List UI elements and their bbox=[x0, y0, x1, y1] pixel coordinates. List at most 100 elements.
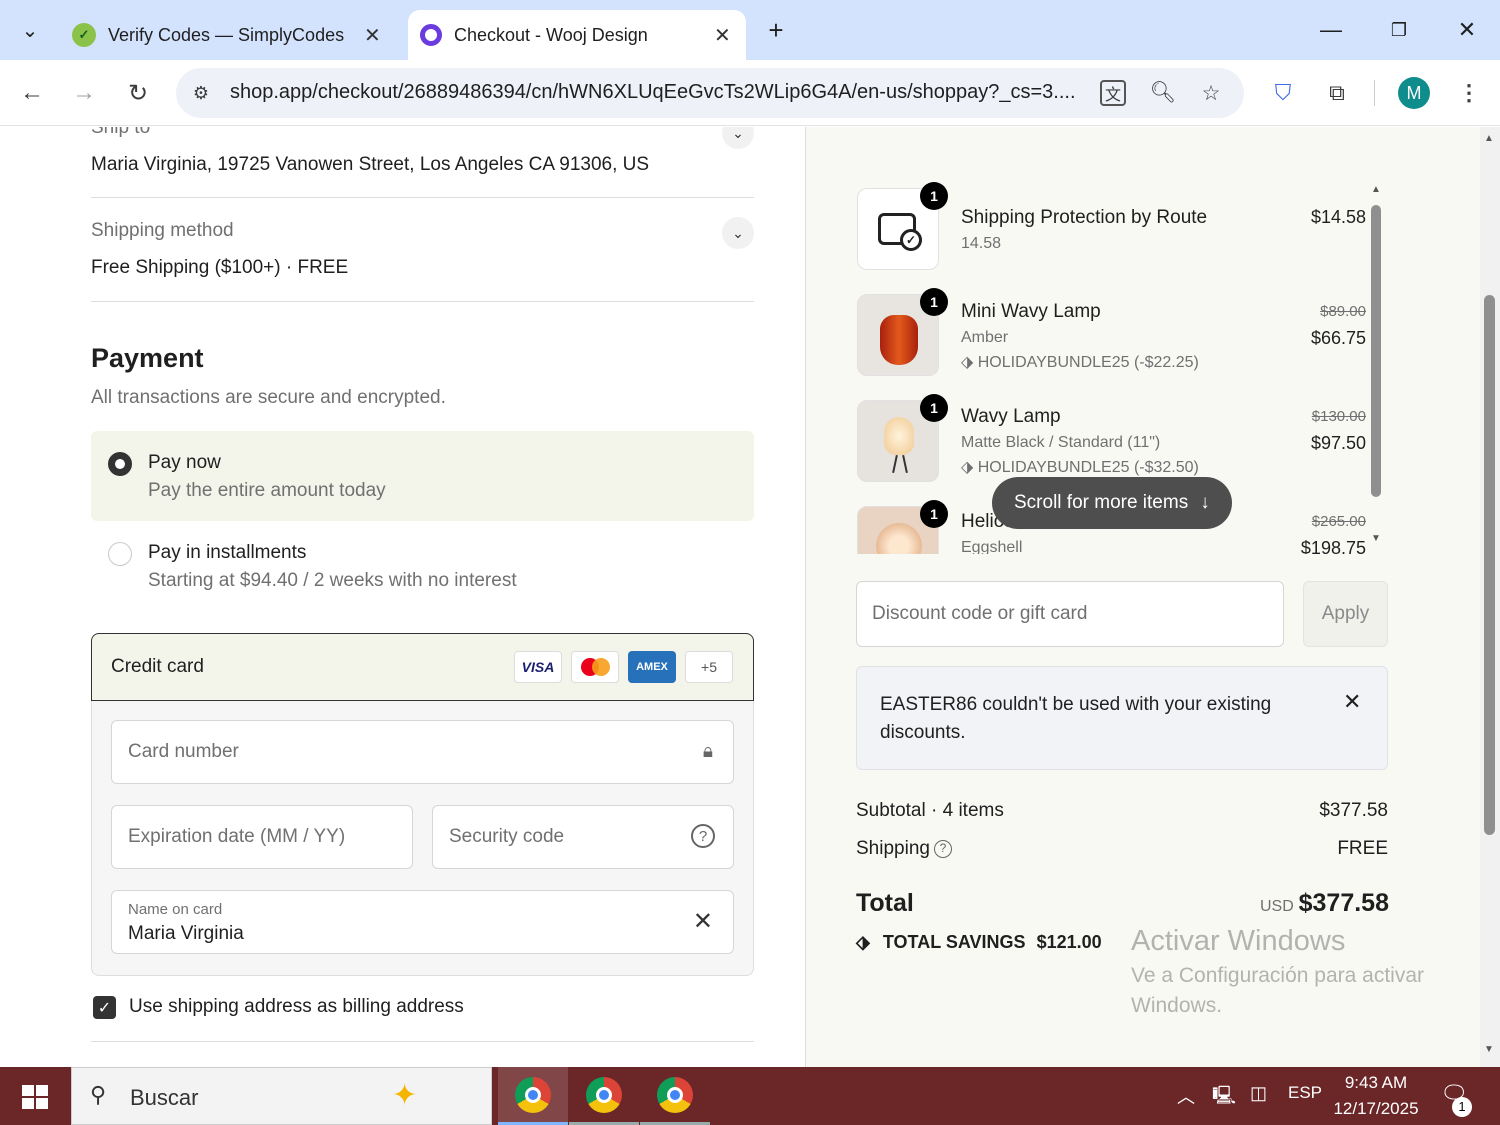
clock-date[interactable]: 12/17/2025 bbox=[1326, 1099, 1426, 1119]
list-scroll-down-icon[interactable]: ▼ bbox=[1371, 533, 1383, 544]
billing-checkbox[interactable]: ✓ bbox=[93, 996, 116, 1019]
search-highlight-icon: ✦ bbox=[392, 1079, 418, 1112]
card-number-placeholder: Card number bbox=[128, 741, 239, 762]
restore-icon[interactable]: ❐ bbox=[1376, 10, 1422, 50]
tray-overflow-chevron-icon[interactable]: ︿ bbox=[1177, 1083, 1195, 1109]
close-tab-icon[interactable]: ✕ bbox=[364, 23, 381, 48]
tab-title: Checkout - Wooj Design bbox=[454, 24, 648, 45]
pay-now-option[interactable]: Pay now Pay the entire amount today bbox=[91, 431, 754, 521]
list-scroll-up-icon[interactable]: ▲ bbox=[1371, 184, 1383, 195]
translate-icon[interactable]: 文 bbox=[1100, 80, 1126, 106]
shipping-method-label: Shipping method bbox=[91, 220, 234, 241]
item-variant: Amber bbox=[961, 329, 1009, 346]
start-windows-icon[interactable] bbox=[22, 1085, 48, 1109]
reload-icon[interactable]: ↻ bbox=[118, 73, 158, 113]
minimize-icon[interactable]: — bbox=[1308, 10, 1354, 50]
mastercard-icon bbox=[571, 651, 619, 683]
dismiss-error-icon[interactable]: ✕ bbox=[1343, 689, 1361, 715]
input-language[interactable]: ESP bbox=[1288, 1083, 1322, 1103]
item-original-price: $130.00 bbox=[1311, 408, 1366, 425]
bookmark-star-icon[interactable]: ☆ bbox=[1196, 78, 1226, 108]
shipping-method-chevron-icon[interactable]: ⌄ bbox=[722, 217, 754, 249]
quantity-badge: 1 bbox=[920, 288, 948, 316]
arrow-down-icon: ↓ bbox=[1200, 492, 1210, 513]
taskbar-chrome-profile-m[interactable] bbox=[498, 1067, 568, 1125]
item-price: $97.50 bbox=[1310, 433, 1366, 453]
zoom-icon[interactable]: 🔍︎ bbox=[1148, 78, 1178, 108]
divider bbox=[91, 301, 754, 302]
lamp-image bbox=[884, 417, 914, 455]
search-placeholder: Buscar bbox=[130, 1085, 199, 1110]
tab-verify-codes[interactable]: ✓ Verify Codes — SimplyCodes ✕ bbox=[64, 10, 394, 60]
pay-installments-radio[interactable] bbox=[108, 542, 132, 566]
speaker-icon[interactable]: ◫ bbox=[1250, 1083, 1267, 1104]
ship-to-value: Maria Virginia, 19725 Vanowen Street, Lo… bbox=[91, 154, 650, 175]
lock-icon: 🔒︎ bbox=[702, 741, 713, 762]
windows-activation-text: Ve a Configuración para activar Windows. bbox=[1131, 964, 1425, 1017]
page-scroll-up-icon[interactable]: ▲ bbox=[1484, 133, 1494, 144]
page-scroll-down-icon[interactable]: ▼ bbox=[1484, 1044, 1494, 1055]
visa-icon: VISA bbox=[514, 651, 562, 683]
close-window-icon[interactable]: ✕ bbox=[1444, 10, 1490, 50]
windows-taskbar: ⚲ Buscar ✦ ︿ 🖳︎ ◫ ESP 9:43 AM 12/17/2025… bbox=[0, 1067, 1500, 1125]
search-icon: ⚲ bbox=[90, 1082, 107, 1107]
close-tab-icon[interactable]: ✕ bbox=[714, 23, 731, 48]
billing-checkbox-label: Use shipping address as billing address bbox=[129, 996, 464, 1017]
url-text[interactable]: shop.app/checkout/26889486394/cn/hWN6XLU… bbox=[230, 81, 1080, 104]
tab-checkout[interactable]: Checkout - Wooj Design ✕ bbox=[408, 10, 746, 60]
taskbar-chrome-window[interactable] bbox=[640, 1067, 710, 1125]
discount-code-input[interactable]: Discount code or gift card bbox=[856, 581, 1284, 647]
item-discount: ⬗ HOLIDAYBUNDLE25 (-$32.50) bbox=[961, 459, 1199, 476]
total-label: Total bbox=[856, 889, 914, 917]
more-brands-badge: +5 bbox=[685, 651, 733, 683]
savings-tag-icon: ⬗ bbox=[856, 932, 870, 952]
credit-card-panel: Credit card VISA AMEX +5 Card number 🔒︎ … bbox=[91, 633, 754, 976]
item-original-price: $265.00 bbox=[1311, 513, 1366, 530]
quantity-badge: 1 bbox=[920, 394, 948, 422]
subtotal-label: Subtotal · 4 items bbox=[856, 800, 1004, 821]
name-on-card-input[interactable]: Name on card Maria Virginia ✕ bbox=[111, 890, 734, 954]
help-circle-icon[interactable]: ? bbox=[691, 824, 715, 848]
page-scrollbar-thumb[interactable] bbox=[1484, 295, 1495, 835]
item-price: $14.58 bbox=[1310, 207, 1366, 227]
shipping-value: FREE bbox=[1337, 838, 1388, 859]
clear-field-icon[interactable]: ✕ bbox=[693, 907, 713, 936]
credit-card-header[interactable]: Credit card VISA AMEX +5 bbox=[91, 633, 754, 701]
shield-extension-icon[interactable]: ⛉ bbox=[1266, 76, 1300, 110]
total-savings: ⬗ TOTAL SAVINGS $121.00 bbox=[856, 932, 1102, 952]
taskbar-chrome-profile-j[interactable] bbox=[569, 1067, 639, 1125]
pay-now-radio[interactable] bbox=[108, 452, 132, 476]
checkout-form: Ship to ⌄ Maria Virginia, 19725 Vanowen … bbox=[0, 127, 805, 1067]
address-bar[interactable]: ⚙ shop.app/checkout/26889486394/cn/hWN6X… bbox=[176, 68, 1244, 118]
security-code-input[interactable]: Security code ? bbox=[432, 805, 734, 869]
scroll-more-items-button[interactable]: Scroll for more items ↓ bbox=[992, 477, 1232, 529]
ship-to-chevron-icon[interactable]: ⌄ bbox=[722, 127, 754, 149]
more-menu-icon[interactable]: ⋮ bbox=[1452, 76, 1486, 110]
site-settings-icon[interactable]: ⚙ bbox=[186, 78, 216, 108]
shipping-help-icon[interactable]: ? bbox=[934, 840, 952, 858]
new-tab-button[interactable]: + bbox=[758, 12, 794, 48]
item-name: Wavy Lamp bbox=[961, 406, 1061, 427]
clock-time[interactable]: 9:43 AM bbox=[1332, 1073, 1420, 1093]
option-label: Pay in installments bbox=[148, 542, 307, 563]
back-arrow-icon[interactable]: ← bbox=[12, 73, 52, 113]
network-icon[interactable]: 🖳︎ bbox=[1212, 1083, 1236, 1113]
expiration-date-input[interactable]: Expiration date (MM / YY) bbox=[111, 805, 413, 869]
extensions-puzzle-icon[interactable]: ⧉ bbox=[1320, 76, 1354, 110]
simplycodes-favicon-icon: ✓ bbox=[72, 23, 96, 47]
order-summary: ✓ 1 Shipping Protection by Route 14.58 $… bbox=[806, 127, 1480, 1067]
tab-search-chevron-icon[interactable]: ⌄ bbox=[12, 12, 48, 48]
tag-icon: ⬗ bbox=[961, 354, 978, 371]
tag-icon: ⬗ bbox=[961, 459, 978, 476]
list-scrollbar-thumb[interactable] bbox=[1371, 205, 1381, 497]
page-scrollbar[interactable]: ▲ ▼ bbox=[1480, 127, 1500, 1067]
profile-avatar[interactable]: M bbox=[1398, 77, 1430, 109]
apply-button[interactable]: Apply bbox=[1303, 581, 1388, 647]
pay-installments-option[interactable]: Pay in installments Starting at $94.40 /… bbox=[91, 525, 754, 613]
card-number-input[interactable]: Card number 🔒︎ bbox=[111, 720, 734, 784]
forward-arrow-icon[interactable]: → bbox=[64, 73, 104, 113]
expiration-placeholder: Expiration date (MM / YY) bbox=[128, 826, 346, 847]
toolbar-divider bbox=[1374, 80, 1375, 106]
credit-card-label: Credit card bbox=[111, 656, 204, 677]
taskbar-search-box[interactable]: ⚲ Buscar ✦ bbox=[71, 1067, 492, 1125]
